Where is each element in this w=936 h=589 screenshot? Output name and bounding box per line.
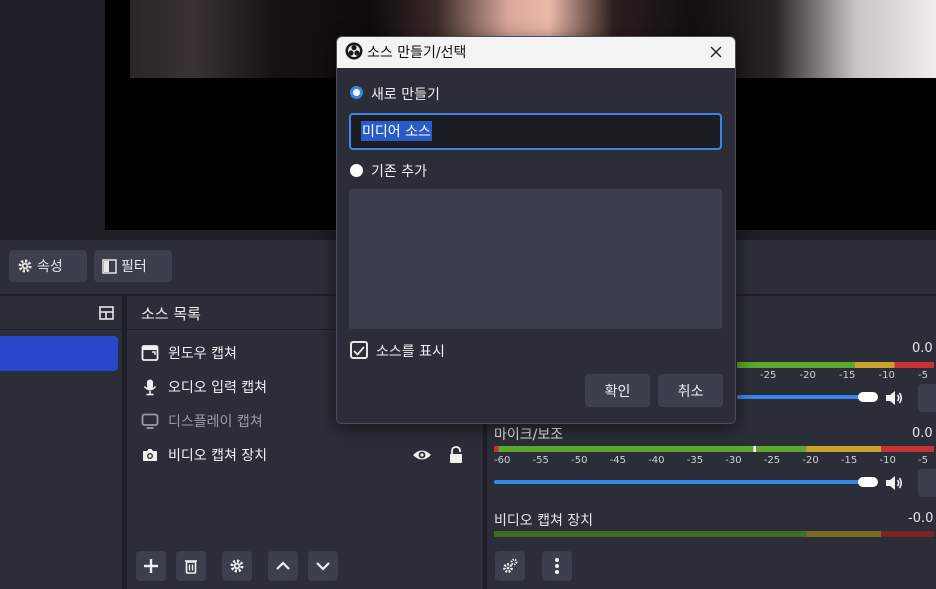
cancel-button[interactable]: 취소 xyxy=(658,374,723,407)
close-icon xyxy=(710,46,722,58)
source-item-label: 오디오 입력 캡쳐 xyxy=(168,380,268,396)
mixer-channel-meter xyxy=(737,362,934,368)
scene-item-selected[interactable] xyxy=(0,336,118,371)
mixer-channel-name: 마이크/보조 xyxy=(494,427,564,443)
mixer-channel-menu-button[interactable] xyxy=(918,384,936,412)
gears-icon xyxy=(503,558,518,573)
source-item-label: 비디오 캡쳐 장치 xyxy=(168,448,268,464)
gear-icon xyxy=(18,259,32,273)
create-new-radio[interactable] xyxy=(350,86,363,99)
mixer-channel-meter xyxy=(494,446,934,452)
filters-button[interactable]: 필터 xyxy=(94,250,172,282)
move-source-down-button[interactable] xyxy=(308,551,338,581)
add-existing-radio[interactable] xyxy=(350,164,363,177)
mixer-volume-slider[interactable] xyxy=(494,480,867,484)
mixer-volume-handle[interactable] xyxy=(858,392,878,402)
mixer-advanced-audio-button[interactable] xyxy=(495,551,525,581)
kebab-menu-icon xyxy=(555,558,559,574)
move-source-up-button[interactable] xyxy=(268,551,298,581)
create-new-label: 새로 만들기 xyxy=(371,87,440,103)
camera-icon xyxy=(143,449,157,461)
mixer-channel-scale: -25 -20 -15 -10 -5 xyxy=(760,370,928,381)
eye-icon[interactable] xyxy=(412,446,432,464)
undock-icon[interactable] xyxy=(98,304,116,322)
dialog-title: 소스 만들기/선택 xyxy=(367,45,467,61)
checkmark-icon xyxy=(353,346,365,356)
remove-source-button[interactable] xyxy=(176,551,206,581)
make-visible-checkbox[interactable] xyxy=(350,341,368,359)
speaker-icon[interactable] xyxy=(884,473,904,493)
chevron-down-icon xyxy=(316,562,330,571)
mixer-volume-slider[interactable] xyxy=(737,395,867,399)
add-existing-label: 기존 추가 xyxy=(371,164,427,180)
make-visible-label: 소스를 표시 xyxy=(376,344,445,360)
source-item-controls xyxy=(412,443,472,467)
gear-icon xyxy=(230,559,244,573)
existing-sources-list[interactable] xyxy=(349,189,722,329)
lock-icon[interactable] xyxy=(448,446,464,464)
add-source-button[interactable] xyxy=(136,551,166,581)
source-item-label: 디스플레이 캡쳐 xyxy=(168,414,263,430)
properties-button[interactable]: 속성 xyxy=(9,250,87,282)
mixer-channel-db: 0.0 xyxy=(912,341,933,356)
source-properties-button[interactable] xyxy=(222,551,252,581)
mixer-volume-handle[interactable] xyxy=(858,477,878,487)
source-item-label: 윈도우 캡쳐 xyxy=(168,346,237,362)
speaker-icon[interactable] xyxy=(884,388,904,408)
trash-icon xyxy=(185,560,197,574)
plus-icon xyxy=(144,559,158,573)
chevron-up-icon xyxy=(276,561,290,570)
mixer-menu-button[interactable] xyxy=(542,551,572,581)
obs-logo-icon xyxy=(345,42,363,60)
mixer-channel-meter xyxy=(494,531,934,537)
close-button[interactable] xyxy=(705,41,727,63)
source-name-input-value: 미디어 소스 xyxy=(361,121,432,141)
mixer-channel-scale: -60 -55 -50 -45 -40 -35 -30 -25 -20 -15 … xyxy=(494,455,928,466)
properties-label: 속성 xyxy=(37,259,63,275)
monitor-icon xyxy=(141,413,159,429)
filter-icon xyxy=(102,258,117,274)
microphone-icon xyxy=(143,379,157,396)
ok-button[interactable]: 확인 xyxy=(585,374,650,407)
mixer-channel-menu-button[interactable] xyxy=(918,469,936,497)
sources-panel-title: 소스 목록 xyxy=(141,305,201,323)
mixer-channel-db: 0.0 xyxy=(912,426,933,441)
mixer-channel-db: -0.0 xyxy=(908,511,934,526)
window-icon xyxy=(141,345,159,361)
filters-label: 필터 xyxy=(121,259,147,275)
mixer-channel-name: 비디오 캡쳐 장치 xyxy=(494,513,594,529)
